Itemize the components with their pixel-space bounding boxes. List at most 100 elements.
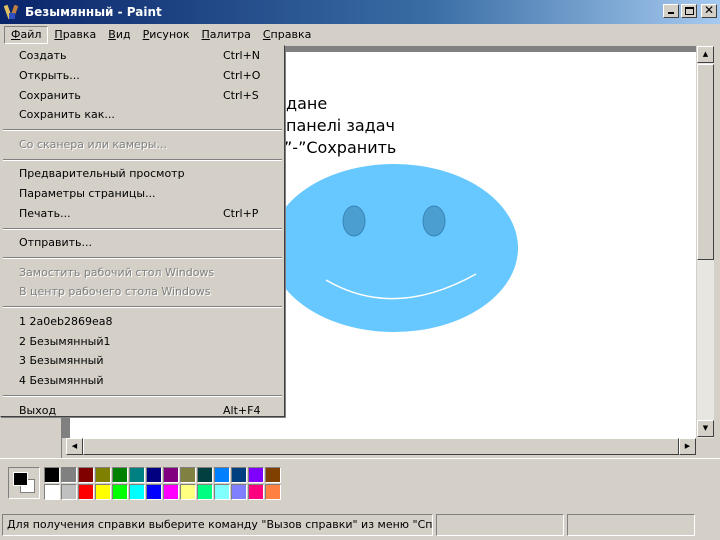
color-swatch[interactable] bbox=[163, 484, 179, 500]
color-swatch[interactable] bbox=[78, 484, 94, 500]
file-menu-item-label: Предварительный просмотр bbox=[19, 167, 185, 181]
color-swatch[interactable] bbox=[214, 484, 230, 500]
file-menu-item-label: 3 Безымянный bbox=[19, 354, 104, 368]
horizontal-scrollbar[interactable]: ◀ ▶ bbox=[66, 438, 696, 455]
color-swatch[interactable] bbox=[146, 484, 162, 500]
menu-separator bbox=[1, 224, 284, 234]
scrollbar-corner bbox=[696, 438, 714, 455]
current-colors[interactable] bbox=[8, 467, 40, 499]
file-menu-item-label: Выход bbox=[19, 403, 57, 417]
status-bar: Для получения справки выберите команду "… bbox=[0, 512, 720, 538]
menu-bar: Файл Правка Вид Рисунок Палитра Справка bbox=[0, 25, 720, 45]
color-swatch[interactable] bbox=[231, 467, 247, 483]
minimize-button[interactable] bbox=[663, 4, 679, 18]
color-swatch[interactable] bbox=[61, 484, 77, 500]
menu-separator bbox=[1, 253, 284, 263]
menu-separator bbox=[1, 302, 284, 312]
file-menu-item-5[interactable]: Предварительный просмотр bbox=[1, 164, 284, 184]
color-swatch[interactable] bbox=[265, 467, 281, 483]
color-swatch[interactable] bbox=[214, 467, 230, 483]
scroll-left-button[interactable]: ◀ bbox=[66, 438, 83, 455]
scroll-right-button[interactable]: ▶ bbox=[679, 438, 696, 455]
file-menu-item-3[interactable]: Сохранить как... bbox=[1, 105, 284, 125]
color-swatch[interactable] bbox=[44, 484, 60, 500]
menu-item-5[interactable]: Справка bbox=[257, 26, 317, 44]
menu-separator bbox=[1, 391, 284, 401]
title-bar[interactable]: Безымянный - Paint ✕ bbox=[0, 0, 720, 24]
paint-app-icon[interactable] bbox=[3, 4, 20, 20]
file-menu-item-shortcut: Ctrl+O bbox=[223, 68, 261, 82]
file-menu-item-label: Со сканера или камеры... bbox=[19, 137, 167, 151]
color-swatch[interactable] bbox=[265, 484, 281, 500]
window-title: Безымянный - Paint bbox=[25, 5, 162, 19]
color-swatch[interactable] bbox=[129, 484, 145, 500]
color-swatch[interactable] bbox=[180, 467, 196, 483]
close-button[interactable]: ✕ bbox=[701, 3, 717, 18]
status-position-pane bbox=[436, 514, 565, 536]
file-menu-item-11[interactable]: 1 2a0eb2869ea8 bbox=[1, 312, 284, 332]
maximize-button[interactable] bbox=[681, 4, 697, 18]
menu-separator bbox=[1, 155, 284, 165]
color-swatch[interactable] bbox=[95, 467, 111, 483]
file-menu-item-label: Параметры страницы... bbox=[19, 186, 156, 200]
color-swatch[interactable] bbox=[146, 467, 162, 483]
file-menu-item-label: Замостить рабочий стол Windows bbox=[19, 265, 215, 279]
minimize-icon bbox=[668, 12, 674, 14]
menu-item-4[interactable]: Палитра bbox=[196, 26, 257, 44]
menu-item-3[interactable]: Рисунок bbox=[137, 26, 196, 44]
file-menu-item-4: Со сканера или камеры... bbox=[1, 135, 284, 155]
file-menu-item-shortcut: Alt+F4 bbox=[223, 403, 261, 417]
color-swatch[interactable] bbox=[61, 467, 77, 483]
color-swatch[interactable] bbox=[95, 484, 111, 500]
horizontal-scroll-thumb[interactable] bbox=[83, 438, 679, 455]
file-menu-item-15[interactable]: Выход Alt+F4 bbox=[1, 401, 284, 421]
color-swatch[interactable] bbox=[248, 467, 264, 483]
smiley-right-eye bbox=[422, 205, 446, 237]
file-menu-item-shortcut: Ctrl+S bbox=[223, 88, 259, 102]
color-swatch[interactable] bbox=[44, 467, 60, 483]
file-menu-item-label: 1 2a0eb2869ea8 bbox=[19, 314, 113, 328]
menu-item-0[interactable]: Файл bbox=[4, 26, 49, 44]
menu-item-1[interactable]: Правка bbox=[48, 26, 102, 44]
status-help-text: Для получения справки выберите команду "… bbox=[2, 514, 434, 536]
resize-grip[interactable] bbox=[698, 514, 718, 536]
file-menu-item-2[interactable]: Сохранить Ctrl+S bbox=[1, 86, 284, 106]
file-menu-item-10: В центр рабочего стола Windows bbox=[1, 282, 284, 302]
file-menu-item-12[interactable]: 2 Безымянный1 bbox=[1, 332, 284, 352]
file-menu-item-label: Создать bbox=[19, 49, 67, 62]
file-menu-dropdown: Создать Ctrl+N Открыть... Ctrl+O Сохранить Ct… bbox=[0, 45, 285, 417]
file-menu-item-6[interactable]: Параметры страницы... bbox=[1, 184, 284, 204]
color-swatch[interactable] bbox=[112, 484, 128, 500]
file-menu-item-shortcut: Ctrl+P bbox=[223, 206, 259, 220]
color-swatch[interactable] bbox=[197, 484, 213, 500]
color-swatch[interactable] bbox=[248, 484, 264, 500]
color-swatch[interactable] bbox=[231, 484, 247, 500]
file-menu-item-label: Печать... bbox=[19, 206, 71, 220]
file-menu-item-label: 2 Безымянный1 bbox=[19, 334, 111, 348]
color-swatch[interactable] bbox=[180, 484, 196, 500]
menu-item-2[interactable]: Вид bbox=[102, 26, 136, 44]
file-menu-item-13[interactable]: 3 Безымянный bbox=[1, 351, 284, 371]
vertical-scroll-thumb[interactable] bbox=[697, 64, 714, 260]
file-menu-item-label: В центр рабочего стола Windows bbox=[19, 285, 211, 299]
color-swatch[interactable] bbox=[78, 467, 94, 483]
color-swatch[interactable] bbox=[197, 467, 213, 483]
file-menu-item-1[interactable]: Открыть... Ctrl+O bbox=[1, 66, 284, 86]
window-controls: ✕ bbox=[661, 3, 717, 18]
file-menu-item-label: Сохранить bbox=[19, 88, 81, 102]
file-menu-item-0[interactable]: Создать Ctrl+N bbox=[1, 46, 284, 66]
file-menu-item-9: Замостить рабочий стол Windows bbox=[1, 263, 284, 283]
status-size-pane bbox=[567, 514, 696, 536]
file-menu-item-7[interactable]: Печать... Ctrl+P bbox=[1, 204, 284, 224]
file-menu-item-8[interactable]: Отправить... bbox=[1, 233, 284, 253]
color-swatches bbox=[44, 467, 281, 500]
color-swatch[interactable] bbox=[129, 467, 145, 483]
vertical-scrollbar[interactable]: ▲ ▼ bbox=[696, 46, 714, 438]
color-palette bbox=[0, 458, 720, 508]
file-menu-item-14[interactable]: 4 Безымянный bbox=[1, 371, 284, 391]
scroll-up-button[interactable]: ▲ bbox=[697, 46, 714, 63]
file-menu-item-label: Отправить... bbox=[19, 236, 92, 250]
color-swatch[interactable] bbox=[112, 467, 128, 483]
color-swatch[interactable] bbox=[163, 467, 179, 483]
scroll-down-button[interactable]: ▼ bbox=[697, 420, 714, 437]
